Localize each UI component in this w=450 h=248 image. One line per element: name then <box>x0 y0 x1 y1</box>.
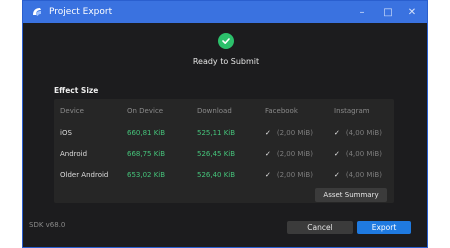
window-title: Project Export <box>49 7 113 17</box>
facebook-limit: ✓ (2,00 MiB) <box>265 171 313 179</box>
column-header-on-device: On Device <box>127 107 164 115</box>
section-title: Effect Size <box>54 86 99 95</box>
sdk-version: SDK v68.0 <box>29 221 66 229</box>
instagram-limit: ✓ (4,00 MiB) <box>334 150 382 158</box>
checkmark-icon: ✓ <box>334 171 340 179</box>
column-header-download: Download <box>197 107 232 115</box>
checkmark-icon: ✓ <box>265 171 271 179</box>
download-size: 526,45 KiB <box>197 150 236 158</box>
table-header: Device On Device Download Facebook Insta… <box>54 101 394 123</box>
close-icon[interactable]: ✕ <box>401 1 423 23</box>
checkmark-icon: ✓ <box>265 129 271 137</box>
asset-summary-button[interactable]: Asset Summary <box>315 188 387 202</box>
on-device-size: 653,02 KiB <box>127 171 166 179</box>
checkmark-icon: ✓ <box>334 150 340 158</box>
checkmark-icon: ✓ <box>334 129 340 137</box>
instagram-limit: ✓ (4,00 MiB) <box>334 171 382 179</box>
app-logo-icon <box>31 6 43 18</box>
maximize-icon[interactable]: □ <box>377 1 399 23</box>
column-header-instagram: Instagram <box>334 107 370 115</box>
table-row: Older Android 653,02 KiB 526,40 KiB ✓ (2,… <box>54 165 394 187</box>
column-header-facebook: Facebook <box>265 107 298 115</box>
device-name: Older Android <box>60 171 109 179</box>
project-export-window: Project Export – □ ✕ Ready to Submit Eff… <box>22 0 428 248</box>
title-bar: Project Export – □ ✕ <box>23 1 427 23</box>
column-header-device: Device <box>60 107 84 115</box>
facebook-limit: ✓ (2,00 MiB) <box>265 129 313 137</box>
export-button[interactable]: Export <box>357 221 411 234</box>
minimize-icon[interactable]: – <box>351 1 373 23</box>
on-device-size: 668,75 KiB <box>127 150 166 158</box>
device-name: iOS <box>60 129 72 137</box>
device-name: Android <box>60 150 88 158</box>
table-row: iOS 660,81 KiB 525,11 KiB ✓ (2,00 MiB) ✓(… <box>54 123 394 145</box>
table-row: Android 668,75 KiB 526,45 KiB ✓ (2,00 MiB… <box>54 144 394 166</box>
facebook-limit: ✓ (2,00 MiB) <box>265 150 313 158</box>
download-size: 525,11 KiB <box>197 129 236 137</box>
instagram-limit: ✓ (4,00 MiB) <box>334 129 382 137</box>
check-icon <box>218 33 234 49</box>
on-device-size: 660,81 KiB <box>127 129 166 137</box>
cancel-button[interactable]: Cancel <box>287 221 353 234</box>
download-size: 526,40 KiB <box>197 171 236 179</box>
checkmark-icon: ✓ <box>265 150 271 158</box>
status-message: Ready to Submit <box>192 57 260 66</box>
